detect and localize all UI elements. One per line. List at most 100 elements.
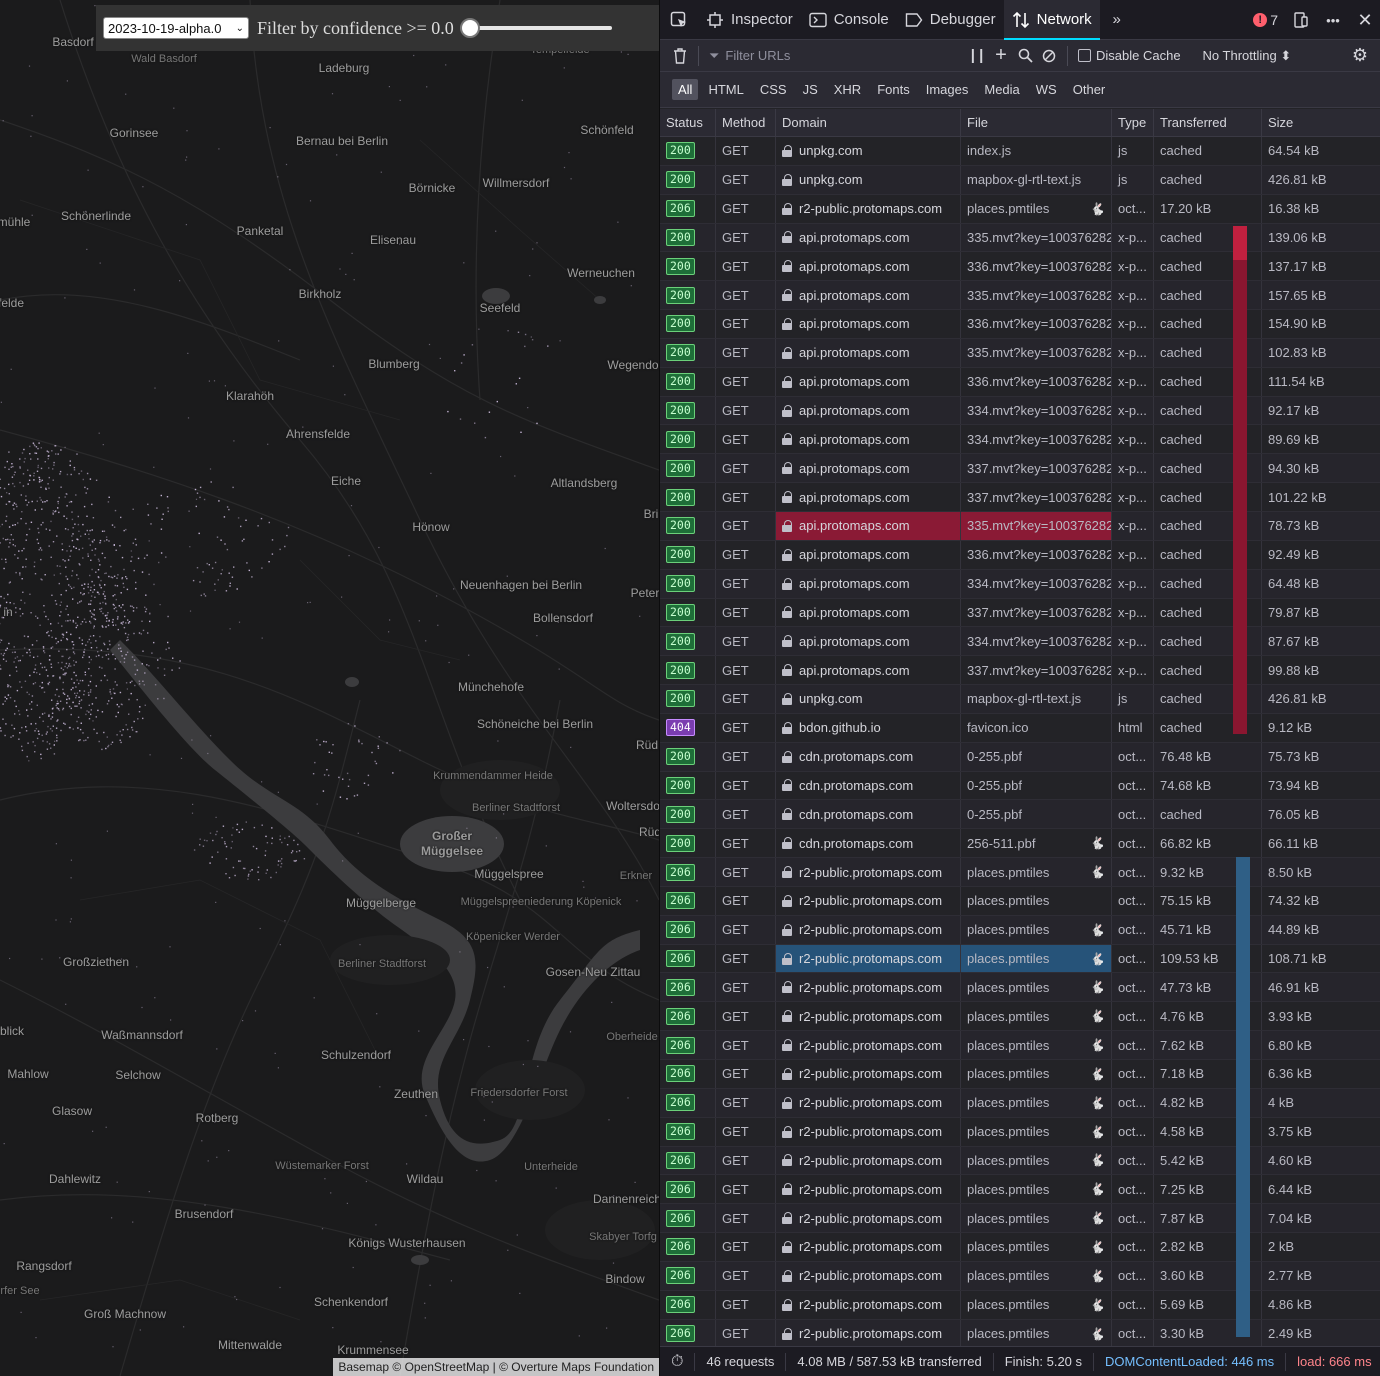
table-row[interactable]: 200 GET api.protomaps.com 337.mvt?key=10037… xyxy=(660,454,1380,484)
table-row[interactable]: 200 GET api.protomaps.com 335.mvt?key=10037… xyxy=(660,281,1380,311)
type-filter-all[interactable]: All xyxy=(672,79,699,100)
table-row[interactable]: 206 GET r2-public.protomaps.com places.pmti… xyxy=(660,915,1380,945)
search-icon[interactable] xyxy=(1013,44,1037,68)
meatball-menu-icon[interactable]: ••• xyxy=(1324,11,1342,29)
table-row[interactable]: 200 GET api.protomaps.com 336.mvt?key=10037… xyxy=(660,367,1380,397)
tab-network[interactable]: Network xyxy=(1003,0,1100,40)
race-cache-icon: 🐇 xyxy=(1090,951,1105,966)
type-filter-media[interactable]: Media xyxy=(978,79,1025,100)
table-row[interactable]: 200 GET api.protomaps.com 335.mvt?key=10037… xyxy=(660,223,1380,253)
table-row[interactable]: 200 GET cdn.protomaps.com 0-255.pbf oct... ca… xyxy=(660,800,1380,830)
status-code-badge: 200 xyxy=(666,661,695,679)
domain-text: r2-public.protomaps.com xyxy=(799,201,943,217)
table-row[interactable]: 200 GET api.protomaps.com 334.mvt?key=10037… xyxy=(660,425,1380,455)
element-picker-button[interactable] xyxy=(660,0,698,40)
table-row[interactable]: 206 GET r2-public.protomaps.com places.pmti… xyxy=(660,1088,1380,1118)
table-row[interactable]: 200 GET unpkg.com index.js js cached 64.54 kB xyxy=(660,137,1380,166)
version-select[interactable]: 2023-10-19-alpha.0 ⌄ xyxy=(103,17,249,39)
type-filter-images[interactable]: Images xyxy=(920,79,975,100)
domain-text: api.protomaps.com xyxy=(799,229,910,245)
status-cell: 200 xyxy=(660,800,716,829)
type-filter-css[interactable]: CSS xyxy=(754,79,793,100)
column-header-method[interactable]: Method xyxy=(716,108,776,137)
table-row[interactable]: 200 GET api.protomaps.com 334.mvt?key=10037… xyxy=(660,627,1380,657)
size-cell: 64.48 kB xyxy=(1268,576,1320,592)
map-canvas[interactable]: BasdorfWald BasdorfLadeburgTempelfeldeGo… xyxy=(0,0,659,1376)
table-row[interactable]: 200 GET unpkg.com mapbox-gl-rtl-text.js js ca… xyxy=(660,685,1380,714)
table-row[interactable]: 206 GET r2-public.protomaps.com places.pmti… xyxy=(660,944,1380,974)
column-header-size[interactable]: Size xyxy=(1262,109,1380,137)
block-icon[interactable] xyxy=(1037,44,1061,68)
table-row[interactable]: 206 GET r2-public.protomaps.com places.pmti… xyxy=(660,858,1380,887)
table-row[interactable]: 206 GET r2-public.protomaps.com places.pmti… xyxy=(660,1175,1380,1205)
table-row[interactable]: 200 GET api.protomaps.com 335.mvt?key=10037… xyxy=(660,338,1380,368)
performance-icon[interactable]: ⏱ xyxy=(660,1352,696,1371)
table-row[interactable]: 200 GET cdn.protomaps.com 0-255.pbf oct... 76… xyxy=(660,742,1380,772)
table-row[interactable]: 200 GET api.protomaps.com 336.mvt?key=10037… xyxy=(660,540,1380,570)
throttling-select[interactable]: No Throttling ⬍ xyxy=(1203,48,1292,64)
file-cell: places.pmtiles 🐇 xyxy=(961,915,1112,944)
more-tabs-button[interactable]: » xyxy=(1100,0,1134,40)
slider-thumb[interactable] xyxy=(459,18,480,38)
table-row[interactable]: 200 GET cdn.protomaps.com 256-511.pbf 🐇 oct..… xyxy=(660,829,1380,859)
table-row[interactable]: 200 GET api.protomaps.com 336.mvt?key=10037… xyxy=(660,310,1380,339)
column-header-file[interactable]: File xyxy=(961,108,1112,137)
map-place-label: Brusendorf xyxy=(174,1207,234,1221)
error-count-badge[interactable]: ! 7 xyxy=(1253,12,1278,28)
race-cache-icon: 🐇 xyxy=(1090,865,1105,880)
column-header-transferred[interactable]: Transferred xyxy=(1154,108,1262,137)
table-row[interactable]: 404 GET bdon.github.io favicon.ico html cache… xyxy=(660,713,1380,743)
filter-urls-input[interactable]: ⏷ Filter URLs xyxy=(705,48,965,64)
table-row[interactable]: 200 GET api.protomaps.com 334.mvt?key=10037… xyxy=(660,396,1380,426)
method-cell: GET xyxy=(716,483,776,511)
table-row[interactable]: 206 GET r2-public.protomaps.com places.pmti… xyxy=(660,1319,1380,1349)
confidence-slider[interactable] xyxy=(459,18,612,38)
table-row[interactable]: 206 GET r2-public.protomaps.com places.pmti… xyxy=(660,1002,1380,1032)
tab-debugger[interactable]: Debugger xyxy=(897,0,1004,40)
table-row[interactable]: 206 GET r2-public.protomaps.com places.pmti… xyxy=(660,1261,1380,1291)
disable-cache-checkbox[interactable]: Disable Cache xyxy=(1078,48,1181,63)
lock-icon xyxy=(782,317,792,330)
pause-icon[interactable]: | | xyxy=(965,44,989,68)
table-row[interactable]: 200 GET cdn.protomaps.com 0-255.pbf oct... 74… xyxy=(660,771,1380,801)
table-row[interactable]: 206 GET r2-public.protomaps.com places.pmti… xyxy=(660,1204,1380,1234)
table-row[interactable]: 200 GET api.protomaps.com 337.mvt?key=10037… xyxy=(660,656,1380,686)
map-attribution[interactable]: Basemap © OpenStreetMap | © Overture Map… xyxy=(333,1358,659,1376)
status-cell: 206 xyxy=(660,194,716,223)
table-row[interactable]: 206 GET r2-public.protomaps.com places.pmti… xyxy=(660,1117,1380,1147)
table-row[interactable]: 206 GET r2-public.protomaps.com places.pmti… xyxy=(660,1146,1380,1176)
table-row[interactable]: 200 GET api.protomaps.com 334.mvt?key=10037… xyxy=(660,569,1380,599)
table-row[interactable]: 200 GET api.protomaps.com 335.mvt?key=10037… xyxy=(660,511,1380,541)
add-icon[interactable]: + xyxy=(989,44,1013,68)
tab-console[interactable]: Console xyxy=(801,0,897,40)
settings-gear-icon[interactable]: ⚙ xyxy=(1348,44,1372,68)
status-cell: 200 xyxy=(660,223,716,252)
column-header-type[interactable]: Type xyxy=(1112,108,1154,137)
domain-text: r2-public.protomaps.com xyxy=(799,922,943,938)
close-icon[interactable]: ✕ xyxy=(1356,10,1374,30)
double-chevron-right-icon: » xyxy=(1112,11,1121,28)
type-filter-js[interactable]: JS xyxy=(797,79,824,100)
table-row[interactable]: 206 GET r2-public.protomaps.com places.pmti… xyxy=(660,194,1380,224)
type-filter-xhr[interactable]: XHR xyxy=(828,79,867,100)
tab-inspector[interactable]: Inspector xyxy=(698,0,801,40)
table-row[interactable]: 200 GET api.protomaps.com 337.mvt?key=10037… xyxy=(660,483,1380,512)
type-filter-other[interactable]: Other xyxy=(1067,79,1112,100)
responsive-design-icon[interactable] xyxy=(1292,11,1310,29)
table-row[interactable]: 206 GET r2-public.protomaps.com places.pmti… xyxy=(660,1233,1380,1262)
table-row[interactable]: 206 GET r2-public.protomaps.com places.pmti… xyxy=(660,1290,1380,1320)
table-row[interactable]: 206 GET r2-public.protomaps.com places.pmti… xyxy=(660,973,1380,1003)
trash-icon[interactable] xyxy=(668,44,692,68)
type-filter-html[interactable]: HTML xyxy=(702,79,749,100)
table-row[interactable]: 206 GET r2-public.protomaps.com places.pmti… xyxy=(660,1031,1380,1060)
table-row[interactable]: 200 GET api.protomaps.com 336.mvt?key=10037… xyxy=(660,252,1380,282)
type-filter-ws[interactable]: WS xyxy=(1030,79,1063,100)
table-row[interactable]: 200 GET api.protomaps.com 337.mvt?key=10037… xyxy=(660,598,1380,628)
type-filter-fonts[interactable]: Fonts xyxy=(871,79,916,100)
table-row[interactable]: 200 GET unpkg.com mapbox-gl-rtl-text.js js ca… xyxy=(660,165,1380,195)
table-row[interactable]: 206 GET r2-public.protomaps.com places.pmti… xyxy=(660,1060,1380,1089)
column-header-domain[interactable]: Domain xyxy=(776,108,961,137)
column-header-status[interactable]: Status xyxy=(660,108,716,137)
table-row[interactable]: 206 GET r2-public.protomaps.com places.pmti… xyxy=(660,886,1380,916)
domain-text: api.protomaps.com xyxy=(799,662,910,678)
